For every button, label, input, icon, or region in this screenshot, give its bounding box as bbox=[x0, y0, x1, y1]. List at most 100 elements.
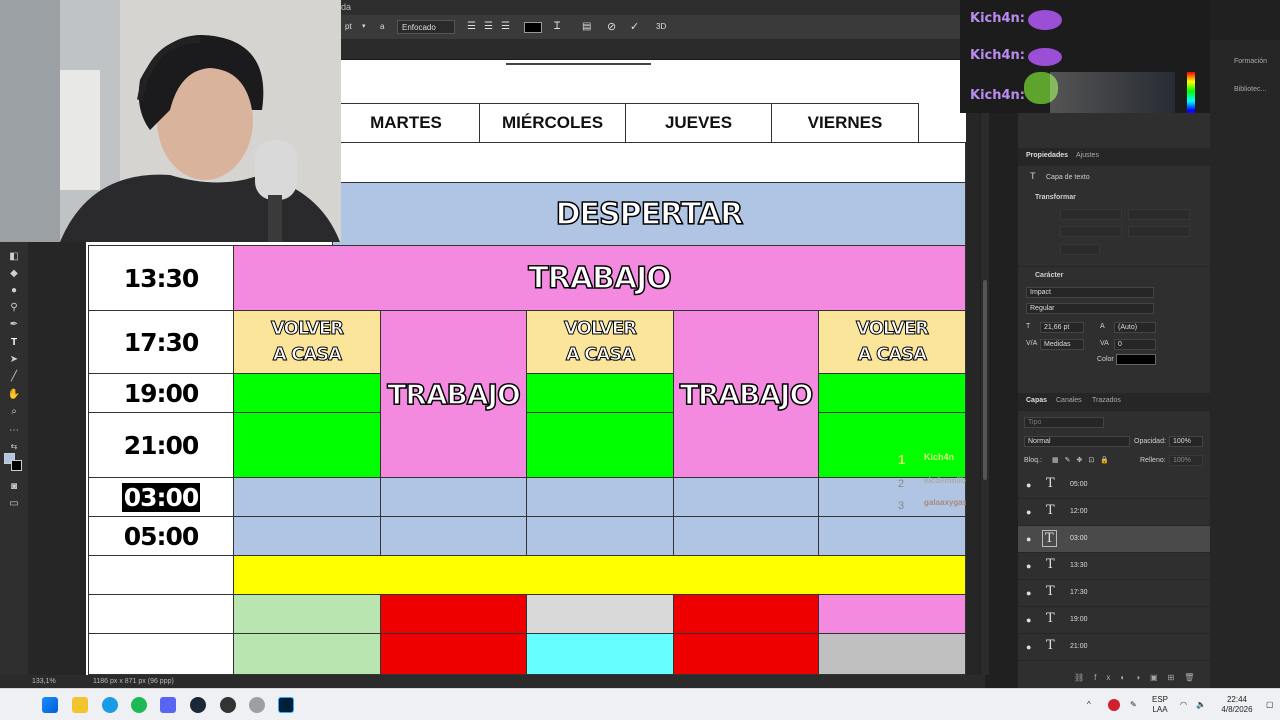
tracking-field[interactable]: 0 bbox=[1114, 339, 1156, 350]
text-color-well[interactable] bbox=[1116, 354, 1156, 365]
photoshop-icon[interactable] bbox=[278, 697, 294, 713]
layers-footer-icons[interactable]: ⛓fx◐◑▣⊞🗑 bbox=[1018, 668, 1210, 688]
dodge-tool-icon[interactable]: ⚲ bbox=[6, 301, 22, 315]
tab-trazados[interactable]: Trazados bbox=[1092, 397, 1121, 404]
tab-capas[interactable]: Capas bbox=[1026, 397, 1047, 404]
steam-icon[interactable] bbox=[190, 697, 206, 713]
text-color-swatch[interactable] bbox=[524, 22, 542, 33]
layer-row[interactable]: ● T 13:30 bbox=[1018, 553, 1210, 580]
paint-bucket-tool-icon[interactable]: ◆ bbox=[6, 267, 22, 281]
time-cell-1730: 17:30 bbox=[88, 310, 234, 374]
chevron-down-icon[interactable]: ▾ bbox=[362, 20, 366, 34]
transform-width-field[interactable] bbox=[1060, 209, 1122, 220]
green-cell-1 bbox=[233, 373, 381, 413]
visibility-eye-icon[interactable]: ● bbox=[1026, 507, 1031, 517]
font-size-unit[interactable]: pt bbox=[345, 20, 352, 34]
font-family-select[interactable]: Impact bbox=[1026, 287, 1154, 298]
eraser-tool-icon[interactable]: ◧ bbox=[6, 250, 22, 264]
visibility-eye-icon[interactable]: ● bbox=[1026, 561, 1031, 571]
font-size-field[interactable]: 21,66 pt bbox=[1040, 322, 1084, 333]
tab-ajustes[interactable]: Ajustes bbox=[1076, 152, 1099, 159]
clock[interactable]: 22:44 4/8/2026 bbox=[1212, 695, 1262, 715]
text-layer-icon: T bbox=[1046, 557, 1055, 572]
edge-browser-icon[interactable] bbox=[102, 697, 118, 713]
antialias-select[interactable]: Enfocado bbox=[397, 20, 455, 34]
leading-field[interactable]: (Auto) bbox=[1114, 322, 1156, 333]
wifi-icon[interactable]: ◠ bbox=[1180, 700, 1187, 710]
blend-mode-select[interactable]: Normal bbox=[1024, 436, 1130, 447]
tray-chevron-icon[interactable]: ^ bbox=[1087, 700, 1091, 710]
commit-check-icon[interactable]: ✓ bbox=[630, 20, 639, 34]
layer-search-input[interactable]: Tipo bbox=[1024, 417, 1104, 428]
layer-row[interactable]: ● T 12:00 bbox=[1018, 499, 1210, 526]
pen-tool-icon[interactable]: ✒ bbox=[6, 318, 22, 332]
time-cell-1900: 19:00 bbox=[88, 373, 234, 413]
path-select-tool-icon[interactable]: ➤ bbox=[6, 353, 22, 367]
tab-propiedades[interactable]: Propiedades bbox=[1026, 152, 1068, 159]
opacity-field[interactable]: 100% bbox=[1169, 436, 1203, 447]
screen-mode-icon[interactable]: ▭ bbox=[6, 497, 22, 511]
align-right-icon[interactable]: ☰ bbox=[501, 20, 510, 34]
layer-row[interactable]: ● T 17:30 bbox=[1018, 580, 1210, 607]
app-c-icon[interactable] bbox=[249, 697, 265, 713]
notifications-icon[interactable]: ▢ bbox=[1266, 700, 1274, 710]
fill-field[interactable]: 100% bbox=[1169, 455, 1203, 466]
lock-icons[interactable]: ▦✎✥⊡🔒 bbox=[1052, 456, 1115, 464]
trabajo-block-jueves: TRABAJO bbox=[673, 310, 819, 478]
blur-tool-icon[interactable]: ● bbox=[6, 284, 22, 298]
obs-icon[interactable] bbox=[220, 697, 236, 713]
volume-icon[interactable]: 🔈 bbox=[1196, 700, 1206, 710]
pink-cell-1 bbox=[818, 594, 966, 634]
line-tool-icon[interactable]: ╱ bbox=[6, 370, 22, 384]
layer-row[interactable]: ● T 19:00 bbox=[1018, 607, 1210, 634]
font-style-select[interactable]: Regular bbox=[1026, 303, 1154, 314]
tray-app-icon[interactable] bbox=[1108, 699, 1120, 711]
visibility-eye-icon[interactable]: ● bbox=[1026, 615, 1031, 625]
transform-y-field[interactable] bbox=[1128, 226, 1190, 237]
cancel-icon[interactable]: ⊘ bbox=[607, 20, 616, 34]
leading-icon: A bbox=[1100, 323, 1105, 330]
transform-angle-field[interactable] bbox=[1060, 244, 1100, 255]
character-section-title[interactable]: Carácter bbox=[1035, 272, 1063, 279]
zoom-tool-icon[interactable]: ⌕ bbox=[6, 405, 22, 419]
file-explorer-icon[interactable] bbox=[72, 697, 88, 713]
threed-button[interactable]: 3D bbox=[656, 20, 666, 34]
warp-text-icon[interactable]: Ꮖ bbox=[554, 20, 561, 34]
start-windows-icon[interactable] bbox=[42, 697, 58, 713]
type-tool-icon[interactable]: T bbox=[6, 336, 22, 350]
background-color-swatch[interactable] bbox=[11, 460, 22, 471]
kerning-field[interactable]: Medidas bbox=[1040, 339, 1084, 350]
discord-icon[interactable] bbox=[160, 697, 176, 713]
day-header-miercoles: MIÉRCOLES bbox=[479, 103, 626, 143]
language-indicator[interactable]: ESP LAA bbox=[1148, 695, 1172, 715]
visibility-eye-icon[interactable]: ● bbox=[1026, 480, 1031, 490]
transform-x-field[interactable] bbox=[1128, 209, 1190, 220]
zoom-level[interactable]: 133,1% bbox=[32, 678, 56, 685]
tab-canales[interactable]: Canales bbox=[1056, 397, 1082, 404]
swap-colors-icon[interactable]: ⇆ bbox=[6, 440, 22, 454]
bibliotecas-tab[interactable]: Bibliotec... bbox=[1234, 86, 1266, 93]
canvas-margin bbox=[966, 60, 980, 675]
sleep-cell-2 bbox=[380, 477, 527, 517]
green-cell-3 bbox=[818, 373, 966, 413]
formacion-tab[interactable]: Formación bbox=[1234, 58, 1267, 65]
tray-pen-icon[interactable]: ✎ bbox=[1130, 700, 1137, 710]
transform-height-field[interactable] bbox=[1060, 226, 1122, 237]
layer-row[interactable]: ● T 05:00 bbox=[1018, 472, 1210, 499]
vertical-scroll-thumb[interactable] bbox=[983, 280, 987, 480]
spotify-icon[interactable] bbox=[131, 697, 147, 713]
layer-row[interactable]: ● T 21:00 bbox=[1018, 634, 1210, 661]
visibility-eye-icon[interactable]: ● bbox=[1026, 588, 1031, 598]
align-center-icon[interactable]: ☰ bbox=[484, 20, 493, 34]
transform-section-title[interactable]: Transformar bbox=[1035, 194, 1076, 201]
more-tools-icon[interactable]: ⋯ bbox=[6, 424, 22, 438]
hand-tool-icon[interactable]: ✋ bbox=[6, 388, 22, 402]
red-cell-3 bbox=[380, 633, 527, 675]
align-left-icon[interactable]: ☰ bbox=[467, 20, 476, 34]
quick-mask-icon[interactable]: ◙ bbox=[6, 480, 22, 494]
layer-row-selected[interactable]: ● T 03:00 bbox=[1018, 526, 1210, 553]
gray-cell-1 bbox=[526, 594, 674, 634]
panels-icon[interactable]: ▤ bbox=[582, 20, 591, 34]
visibility-eye-icon[interactable]: ● bbox=[1026, 642, 1031, 652]
visibility-eye-icon[interactable]: ● bbox=[1026, 534, 1031, 544]
